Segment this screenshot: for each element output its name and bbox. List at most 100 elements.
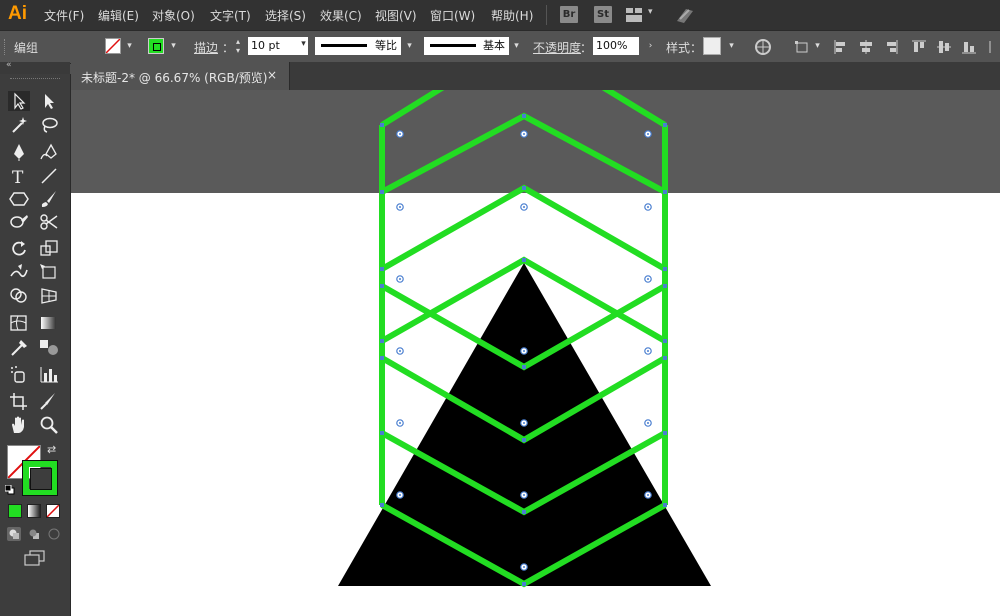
scissors-icon[interactable] — [38, 212, 60, 232]
draw-behind-icon[interactable] — [27, 527, 41, 541]
control-bar: 编组 ▾ ▾ 描边 ： ▴ ▾ 10 pt ▾ 等比 ▾ 基本 ▾ 不透明度 ： … — [0, 30, 1000, 64]
close-icon[interactable]: × — [267, 68, 277, 82]
artboard-icon[interactable] — [8, 391, 30, 411]
stroke-swatch[interactable] — [148, 38, 164, 54]
chevron-down-icon[interactable]: ▾ — [648, 7, 658, 21]
shape-icon[interactable] — [8, 189, 30, 209]
line-icon[interactable] — [38, 166, 60, 186]
workspace-layout-icon[interactable] — [626, 8, 642, 22]
panel-grip — [4, 39, 8, 55]
menu-view[interactable]: 视图(V) — [375, 7, 417, 24]
zoom-icon[interactable] — [38, 415, 60, 435]
menu-effect[interactable]: 效果(C) — [320, 7, 362, 24]
stroke-stepper[interactable]: ▴ ▾ — [236, 37, 246, 55]
transform-icon[interactable] — [794, 39, 810, 55]
bridge-button[interactable]: Br — [560, 6, 578, 23]
shaper-icon[interactable] — [8, 212, 30, 232]
opacity-expand[interactable]: › — [645, 39, 656, 53]
perspective-icon[interactable] — [38, 286, 60, 306]
stroke-weight-dropdown[interactable]: ▾ — [298, 37, 309, 51]
paintbrush-icon[interactable] — [38, 189, 60, 209]
graphic-style-swatch[interactable] — [703, 37, 721, 55]
menu-file[interactable]: 文件(F) — [44, 7, 84, 24]
align-bottom-icon[interactable] — [961, 39, 977, 55]
variable-width-profile[interactable]: 等比 — [315, 37, 401, 55]
recolor-artwork-icon[interactable] — [755, 39, 771, 55]
gradient-mode-button[interactable] — [27, 504, 41, 518]
gradient-icon[interactable] — [38, 313, 60, 333]
toolbox: T ⇄ — [0, 74, 71, 616]
pen-icon[interactable] — [8, 142, 30, 162]
free-transform-icon[interactable] — [38, 262, 60, 282]
document-tab-title: 未标题-2* @ 66.67% (RGB/预览) — [81, 71, 268, 85]
rotate-icon[interactable] — [8, 238, 30, 258]
app-logo: Ai — [8, 3, 27, 24]
menu-type[interactable]: 文字(T) — [210, 7, 251, 24]
draw-inside-icon[interactable] — [47, 527, 61, 541]
opacity-label[interactable]: 不透明度 — [533, 39, 581, 56]
style-dropdown[interactable]: ▾ — [726, 39, 737, 53]
type-icon[interactable]: T — [8, 166, 30, 188]
selection-tool-icon[interactable] — [8, 91, 30, 111]
chevron-stroke-1[interactable] — [380, 112, 667, 195]
warp-icon[interactable] — [8, 262, 30, 282]
menu-edit[interactable]: 编辑(E) — [98, 7, 139, 24]
svg-text:T: T — [12, 168, 24, 186]
align-middle-icon[interactable] — [936, 39, 952, 55]
double-chevron-icon[interactable]: « — [6, 60, 12, 70]
blend-icon[interactable] — [38, 337, 60, 357]
opacity-colon: ： — [580, 41, 593, 55]
brush-label: 基本 — [483, 39, 505, 52]
transform-dropdown[interactable]: ▾ — [812, 39, 823, 53]
chevron-stroke-top-right[interactable] — [601, 90, 667, 128]
fill-dropdown[interactable]: ▾ — [124, 39, 135, 53]
chevron-stroke-top-left[interactable] — [380, 90, 445, 128]
artwork[interactable] — [71, 90, 1000, 616]
screen-mode-icon[interactable] — [24, 550, 46, 566]
style-colon: ： — [690, 41, 703, 55]
selection-type-label: 编组 — [14, 41, 39, 55]
align-left-icon[interactable] — [833, 39, 849, 55]
stroke-colon: ： — [222, 41, 235, 55]
shape-builder-icon[interactable] — [8, 286, 30, 306]
align-top-icon[interactable] — [911, 39, 927, 55]
menu-object[interactable]: 对象(O) — [152, 7, 195, 24]
direct-selection-tool-icon[interactable] — [38, 91, 60, 111]
default-colors-icon[interactable] — [4, 484, 15, 495]
brush-dropdown[interactable]: ▾ — [511, 39, 522, 53]
color-mode-button[interactable] — [8, 504, 22, 518]
menu-select[interactable]: 选择(S) — [265, 7, 306, 24]
lasso-icon[interactable] — [38, 115, 60, 135]
menu-bar: Ai 文件(F) 编辑(E) 对象(O) 文字(T) 选择(S) 效果(C) 视… — [0, 0, 1000, 30]
mesh-icon[interactable] — [8, 313, 30, 333]
curvature-icon[interactable] — [38, 142, 60, 162]
swap-colors-icon[interactable]: ⇄ — [47, 443, 56, 456]
symbol-sprayer-icon[interactable] — [8, 364, 30, 384]
magic-wand-icon[interactable] — [8, 115, 30, 135]
none-mode-button[interactable] — [46, 504, 60, 518]
align-right-icon[interactable] — [883, 39, 899, 55]
draw-normal-icon[interactable] — [7, 527, 21, 541]
hand-icon[interactable] — [8, 415, 30, 435]
opacity-field[interactable]: 100% — [593, 37, 639, 55]
eyedropper-icon[interactable] — [8, 337, 30, 357]
gpu-performance-icon[interactable] — [674, 5, 696, 25]
more-options-icon[interactable] — [988, 39, 998, 55]
stroke-label[interactable]: 描边 — [194, 39, 218, 56]
scale-icon[interactable] — [38, 238, 60, 258]
stock-button[interactable]: St — [594, 6, 612, 23]
menu-window[interactable]: 窗口(W) — [430, 7, 475, 24]
document-tab[interactable]: 未标题-2* @ 66.67% (RGB/预览) × — [71, 62, 290, 90]
brush-definition[interactable]: 基本 — [424, 37, 509, 55]
profile-label: 等比 — [375, 39, 397, 52]
slice-icon[interactable] — [38, 391, 60, 411]
menu-help[interactable]: 帮助(H) — [491, 7, 533, 24]
stroke-color-box[interactable] — [22, 460, 58, 496]
canvas[interactable] — [71, 90, 1000, 616]
panel-collapse-bar[interactable]: « — [0, 60, 70, 74]
graph-icon[interactable] — [38, 364, 60, 384]
stroke-dropdown[interactable]: ▾ — [168, 39, 179, 53]
align-center-icon[interactable] — [858, 39, 874, 55]
fill-swatch[interactable] — [105, 38, 121, 54]
profile-dropdown[interactable]: ▾ — [404, 39, 415, 53]
